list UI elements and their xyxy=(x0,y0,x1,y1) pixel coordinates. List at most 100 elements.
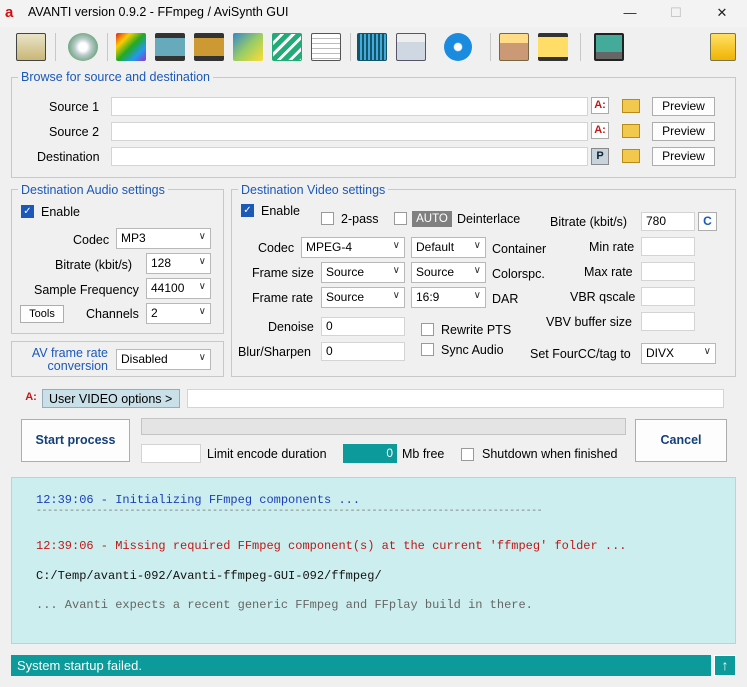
toolbar xyxy=(0,27,747,67)
dar-select[interactable]: 16:9 ∨ xyxy=(411,287,486,308)
user-video-options-input[interactable] xyxy=(187,389,724,408)
browse-group-title: Browse for source and destination xyxy=(18,70,213,84)
deinterlace-label: Deinterlace xyxy=(457,212,521,226)
audio-enable-checkbox[interactable]: ✓ xyxy=(21,205,34,218)
cancel-button[interactable]: Cancel xyxy=(635,419,727,462)
user-video-options-button[interactable]: User VIDEO options > xyxy=(42,389,180,408)
video-enable-label: Enable xyxy=(261,204,300,218)
mb-free-value: 0 xyxy=(343,444,397,463)
container-select[interactable]: Default ∨ xyxy=(411,237,486,258)
min-rate-input[interactable] xyxy=(641,237,695,256)
colorspace-label: Colorspc. xyxy=(492,267,545,281)
log-line-init: 12:39:06 - Initializing FFmpeg component… xyxy=(36,493,361,507)
min-rate-label: Min rate xyxy=(589,240,635,254)
auto-deinterlace-button[interactable]: AUTO xyxy=(412,211,452,227)
fourcc-select[interactable]: DIVX ∨ xyxy=(641,343,716,364)
tools-button[interactable]: Tools xyxy=(20,305,64,323)
browse-source2-folder-icon[interactable] xyxy=(622,124,640,138)
deinterlace-checkbox[interactable] xyxy=(394,212,407,225)
encode-progress-bar xyxy=(141,418,626,435)
avisynth-source1-icon[interactable]: A: xyxy=(591,97,609,114)
frame-rate-select[interactable]: Source ∨ xyxy=(321,287,405,308)
audio-bitrate-select[interactable]: 128 ∨ xyxy=(146,253,211,274)
status-bar: System startup failed. xyxy=(11,655,711,676)
help-icon[interactable] xyxy=(710,33,736,61)
frame-rate-value: Source xyxy=(326,290,365,304)
chevron-down-icon: ∨ xyxy=(392,265,400,276)
app-logo-icon: a xyxy=(5,4,14,21)
preview-destination-button[interactable]: Preview xyxy=(652,147,715,166)
browse-source1-folder-icon[interactable] xyxy=(622,99,640,113)
minimize-button[interactable]: — xyxy=(607,2,653,24)
settings-window-icon[interactable] xyxy=(16,33,46,61)
chevron-down-icon: ∨ xyxy=(392,240,400,251)
colorspace-value: Source xyxy=(416,265,455,279)
container-value: Default xyxy=(416,240,455,254)
frame-size-select[interactable]: Source ∨ xyxy=(321,262,405,283)
source2-label: Source 2 xyxy=(49,125,100,139)
shutdown-checkbox[interactable] xyxy=(461,448,474,461)
disc-clock-icon[interactable] xyxy=(68,33,98,61)
browse-destination-folder-icon[interactable] xyxy=(622,149,640,163)
chevron-down-icon: ∨ xyxy=(473,265,481,276)
toolbar-divider xyxy=(55,33,56,61)
limit-duration-input[interactable] xyxy=(141,444,201,463)
maximize-button[interactable]: ☐ xyxy=(653,2,699,24)
video-enable-checkbox[interactable]: ✓ xyxy=(241,204,254,217)
audio-bitrate-label: Bitrate (kbit/s) xyxy=(55,258,133,272)
toolbar-divider xyxy=(350,33,351,61)
video-bitrate-c-button[interactable]: C xyxy=(698,212,717,231)
counter-123-icon[interactable] xyxy=(499,33,529,61)
film-tools-icon[interactable] xyxy=(538,33,568,61)
frame-size-label: Frame size xyxy=(252,266,314,280)
chevron-down-icon: ∨ xyxy=(198,231,206,242)
chevron-down-icon: ∨ xyxy=(473,290,481,301)
preview-source2-button[interactable]: Preview xyxy=(652,122,715,141)
source1-input[interactable] xyxy=(111,97,588,116)
sample-frequency-value: 44100 xyxy=(151,281,185,295)
destination-input[interactable] xyxy=(111,147,588,166)
destination-p-icon[interactable]: P xyxy=(591,148,609,165)
avisynth-source2-icon[interactable]: A: xyxy=(591,122,609,139)
video-codec-select[interactable]: MPEG-4 ∨ xyxy=(301,237,405,258)
rewrite-pts-checkbox[interactable] xyxy=(421,323,434,336)
av-frame-rate-label-line2: conversion xyxy=(47,359,108,373)
rewrite-pts-label: Rewrite PTS xyxy=(441,323,512,337)
preview-source1-button[interactable]: Preview xyxy=(652,97,715,116)
user-options-avisynth-icon[interactable]: A: xyxy=(22,390,40,407)
two-pass-checkbox[interactable] xyxy=(321,212,334,225)
max-rate-input[interactable] xyxy=(641,262,695,281)
film-strip-icon[interactable] xyxy=(155,33,185,61)
video-bitrate-input[interactable]: 780 xyxy=(641,212,695,231)
blur-sharpen-input[interactable]: 0 xyxy=(321,342,405,361)
close-button[interactable]: ✕ xyxy=(699,2,745,24)
colorspace-select[interactable]: Source ∨ xyxy=(411,262,486,283)
av-frame-rate-select[interactable]: Disabled ∨ xyxy=(116,349,211,370)
film-strip-sudfok-icon[interactable] xyxy=(194,33,224,61)
image-edit-icon[interactable] xyxy=(233,33,263,61)
vbv-buffer-input[interactable] xyxy=(641,312,695,331)
folder-open-icon[interactable] xyxy=(396,33,426,61)
waveform-icon[interactable] xyxy=(357,33,387,61)
sync-audio-checkbox[interactable] xyxy=(421,343,434,356)
vbv-buffer-label: VBV buffer size xyxy=(546,315,632,329)
monitor-icon[interactable] xyxy=(594,33,624,61)
audio-group-title: Destination Audio settings xyxy=(18,183,168,197)
toolbar-divider xyxy=(107,33,108,61)
sample-frequency-select[interactable]: 44100 ∨ xyxy=(146,278,211,299)
frame-rate-label: Frame rate xyxy=(252,291,314,305)
destination-label: Destination xyxy=(37,150,100,164)
audio-codec-select[interactable]: MP3 ∨ xyxy=(116,228,211,249)
start-process-button[interactable]: Start process xyxy=(21,419,130,462)
zigzag-icon[interactable] xyxy=(272,33,302,61)
channels-select[interactable]: 2 ∨ xyxy=(146,303,211,324)
scroll-up-arrow-icon[interactable]: ↑ xyxy=(714,655,736,676)
notepad-icon[interactable] xyxy=(311,33,341,61)
color-bars-icon[interactable] xyxy=(116,33,146,61)
denoise-input[interactable]: 0 xyxy=(321,317,405,336)
frame-size-value: Source xyxy=(326,265,365,279)
av-frame-rate-label: AV frame rate conversion xyxy=(28,347,108,373)
vbr-qscale-input[interactable] xyxy=(641,287,695,306)
source2-input[interactable] xyxy=(111,122,588,141)
refresh-arrow-icon[interactable] xyxy=(444,33,472,61)
